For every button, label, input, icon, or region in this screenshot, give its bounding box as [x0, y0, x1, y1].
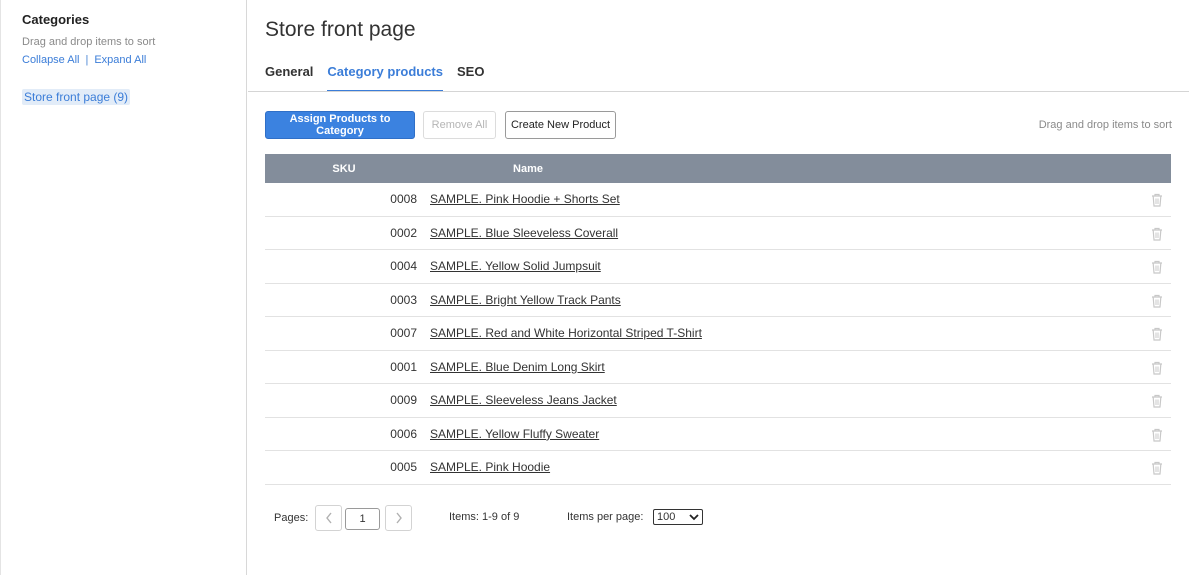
- table-row[interactable]: 0006 SAMPLE. Yellow Fluffy Sweater: [265, 418, 1171, 451]
- drag-drop-hint: Drag and drop items to sort: [1038, 119, 1172, 131]
- assign-products-button[interactable]: Assign Products to Category: [265, 111, 415, 139]
- items-per-page-label: Items per page:: [567, 511, 644, 523]
- trash-icon[interactable]: [1149, 427, 1165, 443]
- row-product-link[interactable]: SAMPLE. Blue Denim Long Skirt: [430, 360, 605, 374]
- items-label: Items:: [449, 511, 479, 523]
- items-total: 9: [513, 511, 520, 523]
- items-per-page-select[interactable]: 100: [653, 509, 703, 525]
- chevron-right-icon: [395, 512, 402, 524]
- row-sku: 0009: [390, 393, 417, 408]
- items-per-page-value: 100: [657, 511, 676, 523]
- pagination: Pages: 1 Items: 1-9 of 9 Items per page:…: [265, 505, 1171, 531]
- sidebar-hint: Drag and drop items to sort: [22, 36, 156, 48]
- products-table: SKU Name 0008 SAMPLE. Pink Hoodie + Short…: [265, 154, 1171, 485]
- table-row[interactable]: 0001 SAMPLE. Blue Denim Long Skirt: [265, 351, 1171, 384]
- trash-icon[interactable]: [1149, 460, 1165, 476]
- trash-icon[interactable]: [1149, 192, 1165, 208]
- table-row[interactable]: 0009 SAMPLE. Sleeveless Jeans Jacket: [265, 384, 1171, 418]
- row-sku: 0008: [390, 192, 417, 207]
- column-header-sku[interactable]: SKU: [265, 163, 423, 175]
- tab-general[interactable]: General: [265, 64, 313, 92]
- expand-all-link[interactable]: Expand All: [94, 54, 146, 66]
- trash-icon[interactable]: [1149, 326, 1165, 342]
- items-of: of: [500, 511, 511, 523]
- tabs-bar: General Category products SEO: [265, 64, 498, 92]
- prev-page-button[interactable]: [315, 505, 342, 531]
- tree-item-store-front-page[interactable]: Store front page (9): [22, 89, 131, 105]
- pages-label: Pages:: [274, 512, 309, 524]
- categories-sidebar: Categories Drag and drop items to sort C…: [0, 0, 247, 575]
- row-product-link[interactable]: SAMPLE. Pink Hoodie: [430, 460, 550, 474]
- row-sku: 0006: [390, 426, 417, 441]
- trash-icon[interactable]: [1149, 293, 1165, 309]
- tab-seo[interactable]: SEO: [457, 64, 484, 92]
- next-page-button[interactable]: [385, 505, 412, 531]
- row-product-link[interactable]: SAMPLE. Yellow Solid Jumpsuit: [430, 259, 601, 273]
- table-row[interactable]: 0004 SAMPLE. Yellow Solid Jumpsuit: [265, 250, 1171, 284]
- row-sku: 0001: [390, 359, 417, 374]
- trash-icon[interactable]: [1149, 226, 1165, 242]
- row-product-link[interactable]: SAMPLE. Yellow Fluffy Sweater: [430, 427, 599, 441]
- items-range: 1-9: [482, 511, 498, 523]
- row-sku: 0004: [390, 259, 417, 274]
- table-row[interactable]: 0002 SAMPLE. Blue Sleeveless Coverall: [265, 217, 1171, 250]
- sidebar-links: Collapse All | Expand All: [22, 54, 146, 66]
- trash-icon[interactable]: [1149, 360, 1165, 376]
- row-product-link[interactable]: SAMPLE. Red and White Horizontal Striped…: [430, 326, 702, 340]
- chevron-down-icon: [689, 514, 699, 521]
- remove-all-button[interactable]: Remove All: [423, 111, 496, 139]
- row-product-link[interactable]: SAMPLE. Blue Sleeveless Coverall: [430, 226, 618, 240]
- table-row[interactable]: 0007 SAMPLE. Red and White Horizontal Str…: [265, 317, 1171, 351]
- page-title: Store front page: [265, 18, 416, 41]
- items-info: Items: 1-9 of 9: [449, 511, 519, 523]
- row-sku: 0003: [390, 292, 417, 307]
- page-number-input[interactable]: 1: [345, 508, 380, 530]
- table-row[interactable]: 0008 SAMPLE. Pink Hoodie + Shorts Set: [265, 183, 1171, 217]
- row-product-link[interactable]: SAMPLE. Bright Yellow Track Pants: [430, 293, 621, 307]
- table-row[interactable]: 0005 SAMPLE. Pink Hoodie: [265, 451, 1171, 485]
- chevron-left-icon: [325, 512, 332, 524]
- main-content: Store front page General Category produc…: [248, 0, 1189, 575]
- row-sku: 0007: [390, 326, 417, 341]
- links-separator: |: [85, 54, 89, 66]
- table-header: SKU Name: [265, 154, 1171, 183]
- row-product-link[interactable]: SAMPLE. Sleeveless Jeans Jacket: [430, 393, 617, 407]
- row-sku: 0005: [390, 460, 417, 475]
- trash-icon[interactable]: [1149, 259, 1165, 275]
- tab-category-products[interactable]: Category products: [327, 64, 443, 92]
- row-product-link[interactable]: SAMPLE. Pink Hoodie + Shorts Set: [430, 192, 620, 206]
- column-header-name[interactable]: Name: [423, 163, 633, 175]
- tabs-divider: [248, 91, 1189, 92]
- trash-icon[interactable]: [1149, 393, 1165, 409]
- row-sku: 0002: [390, 225, 417, 240]
- sidebar-title: Categories: [22, 12, 90, 27]
- collapse-all-link[interactable]: Collapse All: [22, 54, 79, 66]
- table-row[interactable]: 0003 SAMPLE. Bright Yellow Track Pants: [265, 284, 1171, 317]
- create-new-product-button[interactable]: Create New Product: [505, 111, 616, 139]
